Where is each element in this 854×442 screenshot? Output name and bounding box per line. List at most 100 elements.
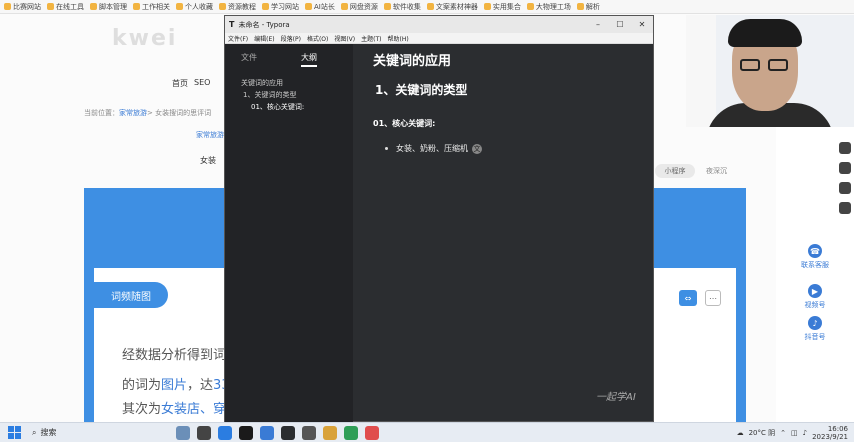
content-line-3: 其次为女装店、穿	[122, 398, 226, 417]
chevron-up-icon[interactable]: ⌃	[780, 429, 786, 437]
bookmarks-bar: 比赛网站 在线工具 脚本管理 工作相关 个人收藏 资源教程 学习网站 AI站长 网盘资源 软件收集…	[0, 0, 854, 14]
bookmark-item[interactable]: 网盘资源	[340, 2, 378, 12]
sidebar-label: 联系客服	[801, 261, 829, 269]
typora-titlebar[interactable]: T 未命名 - Typora – ☐ ✕	[225, 16, 653, 33]
app-icon[interactable]	[260, 425, 274, 440]
typora-sidebar: 文件 大纲 关键词的应用 1、关键词的类型 01、核心关键词:	[225, 44, 353, 422]
bookmark-label: 在线工具	[56, 2, 84, 11]
bookmark-favicon-icon	[4, 3, 11, 10]
bookmark-item[interactable]: 大物理工场	[526, 2, 571, 12]
bullet-item[interactable]: 女装、奶粉、压缩机 文	[373, 143, 653, 154]
minimize-icon[interactable]: –	[587, 16, 609, 33]
bookmark-item[interactable]: 解析	[576, 2, 600, 12]
outline-item-h1[interactable]: 关键词的应用	[241, 77, 353, 89]
bookmark-item[interactable]: 资源教程	[219, 2, 256, 12]
system-tray: ☁ 20°C 阴 ⌃ ◫ ♪ 16:06 2023/9/21	[737, 425, 854, 441]
date: 2023/9/21	[812, 432, 848, 441]
tool-icon[interactable]	[839, 202, 851, 214]
bookmark-label: 学习网站	[271, 2, 299, 11]
bookmark-label: 工作相关	[142, 2, 170, 11]
menu-format[interactable]: 格式(O)	[307, 34, 328, 43]
app-icon[interactable]	[239, 425, 253, 440]
background-wall	[686, 15, 716, 127]
menu-theme[interactable]: 主题(T)	[361, 34, 381, 43]
content-line-1: 经数据分析得到词	[122, 348, 227, 363]
tab-outline[interactable]: 大纲	[301, 52, 317, 67]
bookmark-item[interactable]: 比赛网站	[4, 2, 41, 12]
app-icon[interactable]	[344, 425, 358, 440]
menu-paragraph[interactable]: 段落(P)	[281, 34, 301, 43]
bookmark-item[interactable]: 在线工具	[47, 2, 84, 12]
bookmark-label: 实用集合	[492, 2, 521, 11]
network-icon[interactable]: ◫	[791, 429, 798, 437]
search-icon: ⌕	[32, 427, 37, 437]
tool-icon[interactable]	[839, 142, 851, 154]
bookmark-item[interactable]: 脚本管理	[90, 2, 127, 12]
sidebar-item-video[interactable]: ▶ 视频号	[790, 284, 840, 310]
app-icon[interactable]	[197, 425, 211, 440]
heading-1[interactable]: 关键词的应用	[373, 50, 653, 69]
window-controls: – ☐ ✕	[587, 16, 653, 33]
bullet-dot-icon	[385, 147, 388, 150]
bullet-text[interactable]: 女装、奶粉、压缩机	[396, 143, 468, 154]
maximize-icon[interactable]: ☐	[609, 16, 631, 33]
heading-2[interactable]: 1、关键词的类型	[373, 81, 653, 98]
bookmark-item[interactable]: 实用集合	[483, 2, 521, 12]
sidebar-label: 视频号	[804, 301, 826, 309]
bookmark-favicon-icon	[526, 3, 534, 10]
menu-edit[interactable]: 编辑(E)	[254, 34, 274, 43]
outline-item-h2[interactable]: 1、关键词的类型	[241, 89, 353, 101]
menu-help[interactable]: 帮助(H)	[388, 34, 409, 43]
taskbar-search[interactable]: ⌕ 搜索	[32, 426, 132, 440]
tool-icon[interactable]	[839, 182, 851, 194]
switch-icon[interactable]: ⇔	[679, 290, 697, 306]
breadcrumb: 当前位置：家常旅游> 女装搜词的思评词	[84, 108, 211, 118]
sidebar-item-tiktok[interactable]: ♪ 抖音号	[790, 316, 840, 342]
windows-start-icon[interactable]	[6, 425, 22, 441]
page-subtitle[interactable]: 家常旅游	[196, 130, 224, 140]
weather-text[interactable]: 20°C 阴	[749, 428, 776, 438]
breadcrumb-current: > 女装搜词的思评词	[147, 109, 212, 117]
outline-item-h3[interactable]: 01、核心关键词:	[241, 101, 353, 113]
app-icon[interactable]	[176, 425, 190, 440]
tag-right[interactable]: 小程序	[655, 164, 695, 178]
editor-area[interactable]: 关键词的应用 1、关键词的类型 01、核心关键词: 女装、奶粉、压缩机 文	[353, 44, 653, 422]
tab-files[interactable]: 文件	[241, 52, 257, 67]
bookmark-item[interactable]: 个人收藏	[176, 2, 213, 12]
bookmark-item[interactable]: 文案素材神器	[426, 2, 478, 12]
close-icon[interactable]: ✕	[631, 16, 653, 33]
edge-icon[interactable]	[218, 425, 232, 440]
tool-icon[interactable]	[839, 162, 851, 174]
content-link[interactable]: 女装店、穿	[161, 402, 226, 417]
more-icon[interactable]: ⋯	[705, 290, 721, 306]
heading-3[interactable]: 01、核心关键词:	[373, 118, 653, 129]
site-logo[interactable]: kwei	[112, 26, 177, 51]
bookmark-item[interactable]: 工作相关	[133, 2, 170, 12]
tag-left[interactable]: 女装	[200, 155, 216, 166]
breadcrumb-link[interactable]: 家常旅游	[119, 109, 147, 117]
sidebar-item-support[interactable]: ☎ 联系客服	[790, 244, 840, 270]
app-icon[interactable]	[365, 425, 379, 440]
folder-icon[interactable]	[323, 425, 337, 440]
clock[interactable]: 16:06 2023/9/21	[812, 425, 848, 441]
volume-icon[interactable]: ♪	[803, 429, 807, 437]
menu-file[interactable]: 文件(F)	[228, 34, 248, 43]
bookmark-item[interactable]: AI站长	[305, 2, 335, 12]
menu-view[interactable]: 视图(V)	[334, 34, 355, 43]
taskbar-apps	[176, 425, 379, 440]
tag-right-2[interactable]: 夜深沉	[706, 166, 727, 176]
nav-seo[interactable]: SEO	[194, 78, 210, 89]
bookmark-label: 文案素材神器	[435, 2, 478, 11]
cloud-icon: ☁	[736, 428, 744, 437]
bookmark-item[interactable]: 软件收集	[383, 2, 421, 12]
nav-home[interactable]: 首页	[172, 78, 188, 89]
bookmark-label: 软件收集	[392, 2, 421, 11]
typora-icon[interactable]	[281, 425, 295, 440]
bookmark-item[interactable]: 学习网站	[262, 2, 299, 12]
search-label: 搜索	[40, 428, 57, 437]
app-icon[interactable]	[302, 425, 316, 440]
bookmark-favicon-icon	[576, 3, 584, 10]
bookmark-label: 脚本管理	[99, 2, 127, 11]
bookmark-favicon-icon	[305, 3, 312, 10]
content-link[interactable]: 图片	[161, 378, 187, 393]
